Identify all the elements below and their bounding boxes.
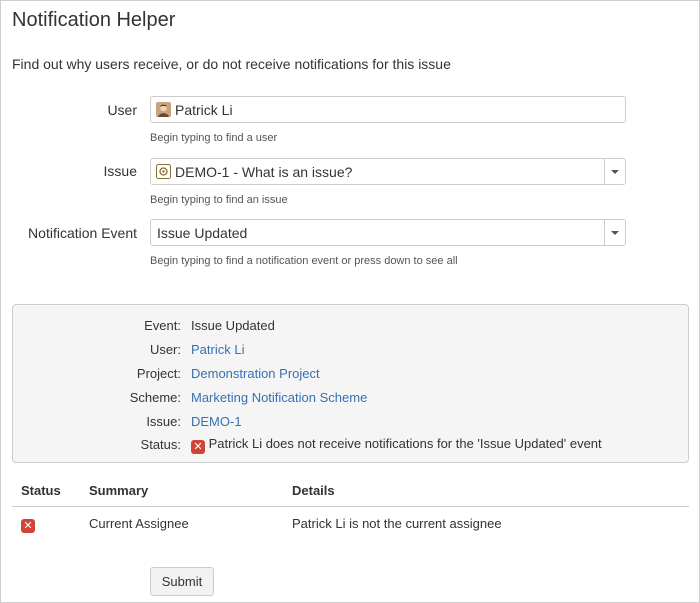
result-project-label: Project: xyxy=(136,366,181,381)
event-select[interactable]: Issue Updated xyxy=(150,219,626,246)
issue-label: Issue xyxy=(103,163,137,179)
issue-select[interactable]: DEMO-1 - What is an issue? xyxy=(150,158,626,185)
issue-type-icon xyxy=(156,164,171,179)
chevron-down-icon xyxy=(611,170,619,174)
issue-select-value: DEMO-1 - What is an issue? xyxy=(175,164,353,180)
user-field-value: Patrick Li xyxy=(175,102,233,118)
result-project-link[interactable]: Demonstration Project xyxy=(191,366,320,381)
row-status: ✕ xyxy=(21,515,35,533)
row-details: Patrick Li is not the current assignee xyxy=(292,516,502,531)
issue-hint: Begin typing to find an issue xyxy=(150,194,288,206)
result-issue-link[interactable]: DEMO-1 xyxy=(191,414,242,429)
table-header-status: Status xyxy=(21,483,61,498)
result-issue-label: Issue: xyxy=(146,414,181,429)
result-user-label: User: xyxy=(149,342,181,357)
user-hint: Begin typing to find a user xyxy=(150,132,278,144)
result-user-link[interactable]: Patrick Li xyxy=(191,342,244,357)
chevron-down-icon xyxy=(611,231,619,235)
result-scheme-label: Scheme: xyxy=(129,390,181,405)
page-description: Find out why users receive, or do not re… xyxy=(12,56,451,72)
event-select-value: Issue Updated xyxy=(157,225,248,241)
result-event-value: Issue Updated xyxy=(191,318,275,333)
table-header-summary: Summary xyxy=(89,483,149,498)
page-frame: Notification Helper Find out why users r… xyxy=(0,0,700,603)
error-x-icon: ✕ xyxy=(191,440,205,454)
result-status-text: Patrick Li does not receive notification… xyxy=(208,436,602,451)
result-event-label: Event: xyxy=(144,318,181,333)
event-hint: Begin typing to find a notification even… xyxy=(150,255,458,267)
error-x-icon: ✕ xyxy=(21,519,35,533)
result-status: ✕ Patrick Li does not receive notificati… xyxy=(191,436,602,454)
page-title: Notification Helper xyxy=(12,9,176,31)
result-status-label: Status: xyxy=(140,437,181,452)
avatar xyxy=(156,102,171,117)
result-scheme-link[interactable]: Marketing Notification Scheme xyxy=(191,390,367,405)
event-label: Notification Event xyxy=(28,225,137,241)
user-label: User xyxy=(107,102,137,118)
user-field[interactable]: Patrick Li xyxy=(150,96,626,123)
issue-dropdown-button[interactable] xyxy=(604,159,625,184)
result-panel: Event: Issue Updated User: Patrick Li Pr… xyxy=(12,304,689,463)
table-header-details: Details xyxy=(292,483,335,498)
submit-button[interactable]: Submit xyxy=(150,567,214,596)
table-divider xyxy=(12,506,689,507)
row-summary: Current Assignee xyxy=(89,516,189,531)
event-dropdown-button[interactable] xyxy=(604,220,625,245)
